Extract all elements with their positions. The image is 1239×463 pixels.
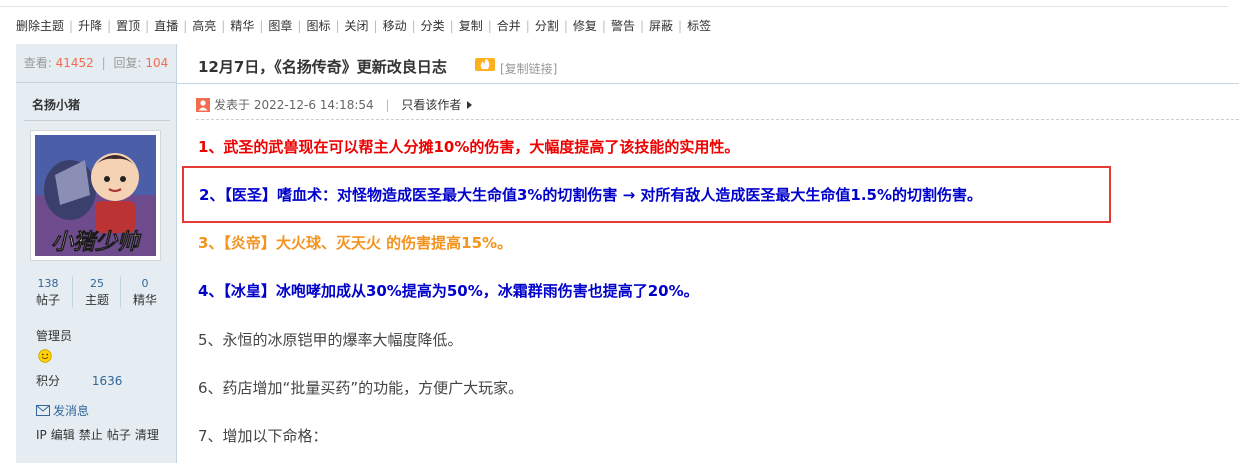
points: 积分 1636 xyxy=(36,372,122,389)
post-meta: 发表于 2022-12-6 14:18:54 | 只看该作者 xyxy=(196,96,473,113)
stat-digest-value: 0 xyxy=(141,277,149,290)
admin-links: IP 编辑 禁止 帖子 清理 xyxy=(36,426,163,443)
mod-action-stamp[interactable]: 图章 xyxy=(268,19,292,33)
stat-posts-label: 帖子 xyxy=(35,293,60,307)
author-name[interactable]: 名扬小猪 xyxy=(32,96,80,113)
post-line-5: 5、永恒的冰原铠甲的爆率大幅度降低。 xyxy=(198,331,463,349)
separator: | xyxy=(335,19,340,33)
mod-action-close[interactable]: 关闭 xyxy=(345,19,369,33)
admin-link-ban[interactable]: 禁止 xyxy=(79,428,103,442)
toolbar-top-divider xyxy=(0,6,1228,7)
avatar-caption: 小猪少帅 xyxy=(51,229,142,255)
admin-link-ip[interactable]: IP xyxy=(36,428,47,442)
mod-action-ban[interactable]: 屏蔽 xyxy=(649,19,673,33)
avatar-image: 小猪少帅 xyxy=(35,135,156,256)
separator: | xyxy=(525,19,530,33)
admin-link-edit[interactable]: 编辑 xyxy=(51,428,75,442)
hot-thread-icon xyxy=(475,58,495,71)
moderation-links: 删除主题 | 升降 | 置顶 | 直播 | 高亮 | 精华 | 图章 | 图标 | 关闭 | 移动 | 分类 | 复制 | 合并… xyxy=(16,17,711,34)
mod-action-copy[interactable]: 复制 xyxy=(459,19,483,33)
mod-action-merge[interactable]: 合并 xyxy=(497,19,521,33)
mod-action-move[interactable]: 移动 xyxy=(383,19,407,33)
views-count: 41452 xyxy=(55,56,94,70)
mod-action-tag[interactable]: 标签 xyxy=(687,19,711,33)
admin-link-clean[interactable]: 清理 xyxy=(135,428,159,442)
points-value: 1636 xyxy=(91,374,123,388)
user-icon xyxy=(196,98,210,112)
separator: | xyxy=(297,19,302,33)
points-label: 积分 xyxy=(36,374,61,388)
mod-action-split[interactable]: 分割 xyxy=(535,19,559,33)
moderation-toolbar: 删除主题 | 升降 | 置顶 | 直播 | 高亮 | 精华 | 图章 | 图标 | 关闭 | 移动 | 分类 | 复制 | 合并… xyxy=(0,0,1239,44)
post-line-3: 3、【炎帝】大火球、灭天火 的伤害提高15%。 xyxy=(198,234,513,252)
posted-time: 2022-12-6 14:18:54 xyxy=(253,98,374,112)
mod-action-digest[interactable]: 精华 xyxy=(230,19,254,33)
avatar[interactable]: 小猪少帅 xyxy=(30,130,161,261)
stat-digest[interactable]: 0 精华 xyxy=(120,276,169,308)
stat-threads[interactable]: 25 主题 xyxy=(72,276,121,308)
replies-label: 回复: xyxy=(113,56,142,70)
separator: | xyxy=(385,98,390,112)
mod-action-highlight[interactable]: 高亮 xyxy=(192,19,216,33)
thread-stats: 查看: 41452 | 回复: 104 xyxy=(16,44,176,83)
separator: | xyxy=(259,19,264,33)
thread-title: 12月7日，《名扬传奇》更新改良日志 xyxy=(198,58,447,76)
separator: | xyxy=(487,19,492,33)
envelope-icon xyxy=(36,405,50,416)
separator: | xyxy=(678,19,683,33)
admin-link-posts[interactable]: 帖子 xyxy=(107,428,131,442)
stat-threads-value: 25 xyxy=(90,277,104,290)
post-line-6: 6、药店增加“批量买药”的功能，方便广大玩家。 xyxy=(198,379,524,397)
separator: | xyxy=(69,19,74,33)
mod-action-category[interactable]: 分类 xyxy=(421,19,445,33)
separator: | xyxy=(145,19,150,33)
separator: | xyxy=(639,19,644,33)
avatar-art: 小猪少帅 xyxy=(35,135,156,256)
separator: | xyxy=(183,19,188,33)
views-label: 查看: xyxy=(23,56,52,70)
separator: | xyxy=(601,19,606,33)
author-sidebar: 查看: 41452 | 回复: 104 名扬小猪 小猪少帅 138 帖子 25 … xyxy=(16,44,177,463)
mod-action-live[interactable]: 直播 xyxy=(154,19,178,33)
separator: | xyxy=(101,56,106,70)
post-line-1: 1、武圣的武兽现在可以帮主人分摊10%的伤害，大幅度提高了该技能的实用性。 xyxy=(198,138,740,156)
stat-posts[interactable]: 138 帖子 xyxy=(24,276,72,308)
separator: | xyxy=(373,19,378,33)
stat-threads-label: 主题 xyxy=(84,293,109,307)
mod-action-delete[interactable]: 删除主题 xyxy=(16,19,64,33)
arrow-right-icon xyxy=(467,101,473,109)
mod-action-warn[interactable]: 警告 xyxy=(611,19,635,33)
send-message-link[interactable]: 发消息 xyxy=(36,402,89,419)
post-line-7: 7、增加以下命格： xyxy=(198,427,328,445)
stat-digest-label: 精华 xyxy=(132,293,157,307)
separator: | xyxy=(411,19,416,33)
divider xyxy=(24,120,170,121)
replies-count: 104 xyxy=(145,56,169,70)
mod-action-bump[interactable]: 升降 xyxy=(78,19,102,33)
only-author-link[interactable]: 只看该作者 xyxy=(401,98,461,112)
separator: | xyxy=(221,19,226,33)
user-group[interactable]: 管理员 xyxy=(36,327,72,344)
copy-link-button[interactable]: [复制链接] xyxy=(500,60,557,77)
smiley-icon xyxy=(38,349,52,363)
thread-title-bar: 12月7日，《名扬传奇》更新改良日志 [复制链接] xyxy=(177,44,1239,84)
post-line-4: 4、【冰皇】冰咆哮加成从30%提高为50%，冰霜群雨伤害也提高了20%。 xyxy=(198,282,699,300)
mod-action-repair[interactable]: 修复 xyxy=(573,19,597,33)
mod-action-icon[interactable]: 图标 xyxy=(306,19,330,33)
separator: | xyxy=(563,19,568,33)
posted-label: 发表于 xyxy=(214,98,251,112)
send-message-label: 发消息 xyxy=(53,404,90,418)
highlight-box xyxy=(182,166,1111,223)
mod-action-sticky[interactable]: 置顶 xyxy=(116,19,140,33)
stat-posts-value: 138 xyxy=(37,277,59,290)
meta-divider xyxy=(196,119,1239,120)
separator: | xyxy=(107,19,112,33)
separator: | xyxy=(449,19,454,33)
author-stats: 138 帖子 25 主题 0 精华 xyxy=(24,276,170,312)
